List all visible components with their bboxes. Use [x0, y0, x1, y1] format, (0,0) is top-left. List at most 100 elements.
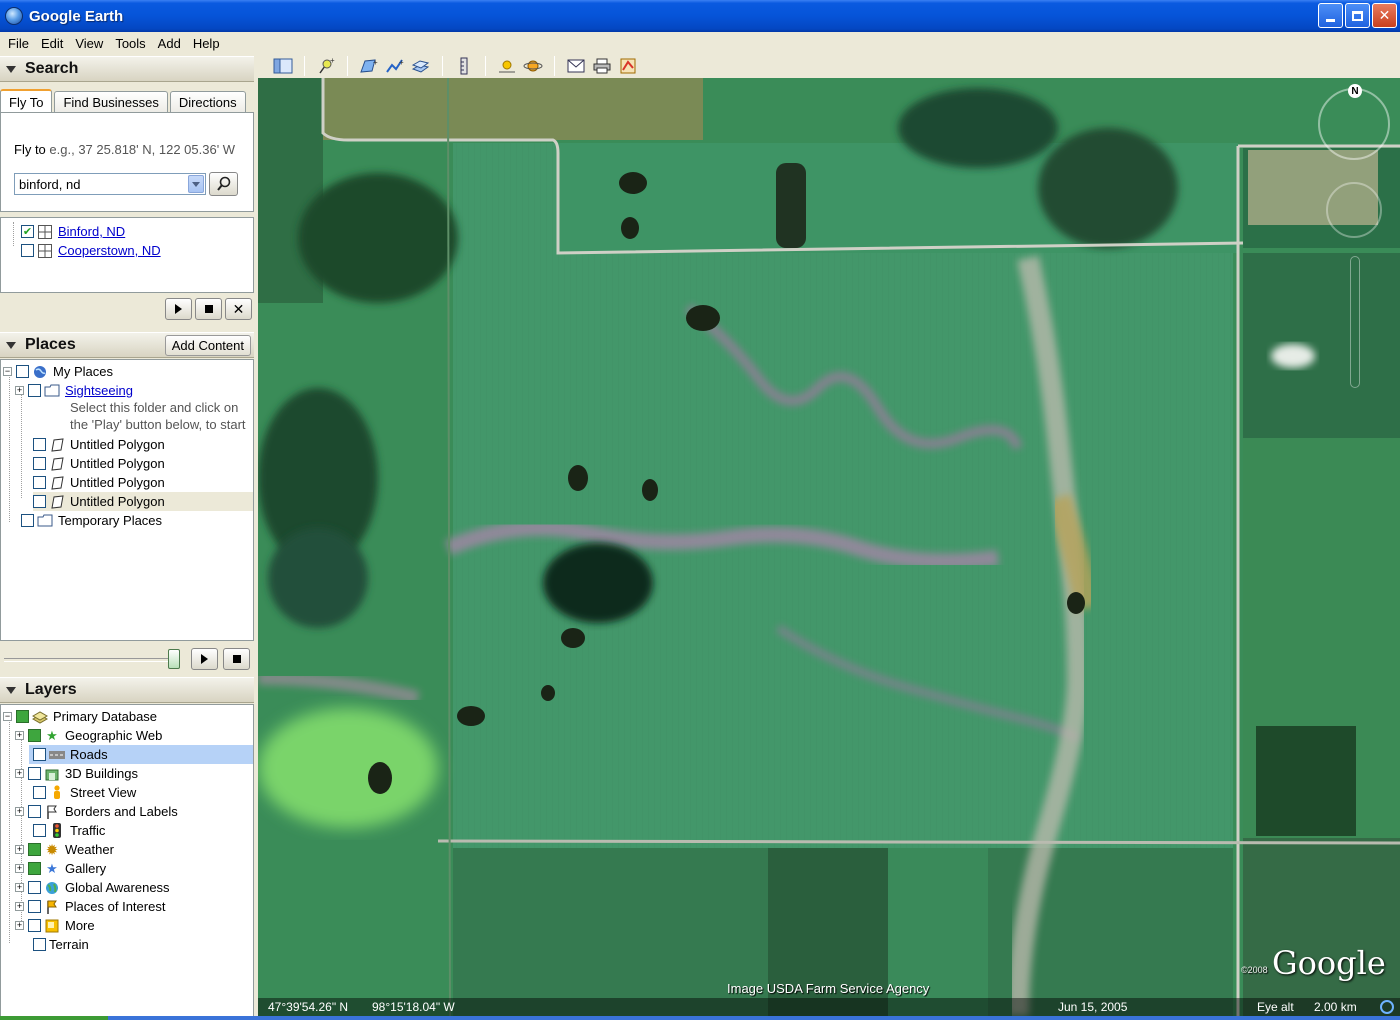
add-content-button[interactable]: Add Content: [164, 335, 251, 356]
checkbox[interactable]: [16, 710, 29, 723]
menu-view[interactable]: View: [69, 36, 109, 51]
layer-geographic-web[interactable]: + ★ Geographic Web: [15, 726, 162, 745]
layer-weather[interactable]: + ✹ Weather: [15, 840, 114, 859]
checkbox[interactable]: [33, 824, 46, 837]
map-view[interactable]: N ©2008 Google Image USDA Farm Service A…: [258, 78, 1400, 1016]
tour-slider-track[interactable]: [4, 658, 174, 662]
email-button[interactable]: [565, 56, 587, 76]
print-button[interactable]: [591, 56, 613, 76]
checkbox[interactable]: [21, 514, 34, 527]
result-item[interactable]: Cooperstown, ND: [21, 241, 161, 260]
checkbox[interactable]: [28, 767, 41, 780]
expand-icon[interactable]: +: [15, 386, 24, 395]
menu-tools[interactable]: Tools: [109, 36, 151, 51]
checkbox[interactable]: [33, 786, 46, 799]
expand-icon[interactable]: +: [15, 845, 24, 854]
checkbox[interactable]: [16, 365, 29, 378]
minimize-button[interactable]: [1318, 3, 1343, 28]
expand-icon[interactable]: +: [15, 883, 24, 892]
checkbox[interactable]: [28, 900, 41, 913]
checkbox[interactable]: [28, 729, 41, 742]
expand-icon[interactable]: +: [15, 731, 24, 740]
layers-panel-header[interactable]: Layers: [0, 677, 254, 703]
checkbox[interactable]: [33, 495, 46, 508]
layer-places-of-interest[interactable]: + Places of Interest: [15, 897, 165, 916]
tree-item-polygon[interactable]: Untitled Polygon: [33, 492, 253, 511]
tree-item-primary-database[interactable]: − Primary Database: [3, 707, 157, 726]
layer-more[interactable]: + More: [15, 916, 95, 935]
sightseeing-link[interactable]: Sightseeing: [65, 383, 133, 398]
places-panel-header[interactable]: Places Add Content: [0, 332, 254, 358]
search-input[interactable]: binford, nd: [14, 173, 206, 195]
tab-directions[interactable]: Directions: [169, 91, 246, 113]
layer-roads[interactable]: Roads: [29, 745, 253, 764]
zoom-slider[interactable]: [1350, 256, 1360, 388]
expand-icon[interactable]: +: [15, 864, 24, 873]
tab-fly-to[interactable]: Fly To: [0, 89, 53, 113]
search-query[interactable]: binford, nd: [15, 177, 188, 192]
menu-file[interactable]: File: [2, 36, 35, 51]
expand-icon[interactable]: +: [15, 902, 24, 911]
layer-global-awareness[interactable]: + Global Awareness: [15, 878, 170, 897]
menu-add[interactable]: Add: [152, 36, 187, 51]
layer-terrain[interactable]: Terrain: [33, 935, 89, 954]
path-button[interactable]: +: [384, 56, 406, 76]
expand-icon[interactable]: +: [15, 769, 24, 778]
tab-find-businesses[interactable]: Find Businesses: [54, 91, 168, 113]
satellite-imagery[interactable]: [258, 78, 1400, 1016]
move-control[interactable]: [1326, 182, 1382, 238]
menu-edit[interactable]: Edit: [35, 36, 69, 51]
expand-icon[interactable]: +: [15, 921, 24, 930]
compass-north[interactable]: N: [1348, 84, 1362, 98]
layer-street-view[interactable]: Street View: [33, 783, 136, 802]
clear-results-button[interactable]: ✕: [225, 298, 252, 320]
expand-icon[interactable]: +: [15, 807, 24, 816]
checkbox[interactable]: [28, 919, 41, 932]
toggle-sidebar-button[interactable]: [272, 56, 294, 76]
tree-item-my-places[interactable]: − My Places: [3, 362, 113, 381]
play-button[interactable]: [191, 648, 218, 670]
checkbox[interactable]: [28, 843, 41, 856]
search-button[interactable]: [209, 172, 238, 196]
maps-button[interactable]: [617, 56, 639, 76]
tree-item-temporary-places[interactable]: Temporary Places: [21, 511, 162, 530]
placemark-button[interactable]: +: [315, 56, 337, 76]
search-panel-header[interactable]: Search: [0, 56, 254, 82]
chevron-down-icon[interactable]: [188, 175, 204, 193]
layer-borders-labels[interactable]: + Borders and Labels: [15, 802, 178, 821]
image-overlay-button[interactable]: [410, 56, 432, 76]
sunlight-button[interactable]: [496, 56, 518, 76]
result-link[interactable]: Cooperstown, ND: [58, 243, 161, 258]
checkbox[interactable]: [33, 476, 46, 489]
result-link[interactable]: Binford, ND: [58, 224, 125, 239]
tree-item-polygon[interactable]: Untitled Polygon: [33, 473, 165, 492]
collapse-icon[interactable]: −: [3, 712, 12, 721]
layer-3d-buildings[interactable]: + 3D Buildings: [15, 764, 138, 783]
close-button[interactable]: ✕: [1372, 3, 1397, 28]
maximize-button[interactable]: [1345, 3, 1370, 28]
checkbox[interactable]: [33, 748, 46, 761]
checkbox[interactable]: [33, 938, 46, 951]
collapse-icon[interactable]: −: [3, 367, 12, 376]
collapse-triangle-icon[interactable]: [6, 686, 16, 694]
polygon-button[interactable]: +: [358, 56, 380, 76]
checkbox[interactable]: [21, 244, 34, 257]
layer-gallery[interactable]: + ★ Gallery: [15, 859, 106, 878]
checkbox[interactable]: [28, 881, 41, 894]
layer-traffic[interactable]: Traffic: [33, 821, 105, 840]
checkbox[interactable]: [28, 862, 41, 875]
stop-button[interactable]: [223, 648, 250, 670]
stop-button[interactable]: [195, 298, 222, 320]
menu-help[interactable]: Help: [187, 36, 226, 51]
play-tour-button[interactable]: [165, 298, 192, 320]
sky-button[interactable]: [522, 56, 544, 76]
checkbox[interactable]: [21, 225, 34, 238]
checkbox[interactable]: [28, 805, 41, 818]
checkbox[interactable]: [33, 438, 46, 451]
checkbox[interactable]: [28, 384, 41, 397]
tree-item-polygon[interactable]: Untitled Polygon: [33, 454, 165, 473]
ruler-button[interactable]: [453, 56, 475, 76]
checkbox[interactable]: [33, 457, 46, 470]
result-item[interactable]: Binford, ND: [21, 222, 125, 241]
collapse-triangle-icon[interactable]: [6, 65, 16, 73]
